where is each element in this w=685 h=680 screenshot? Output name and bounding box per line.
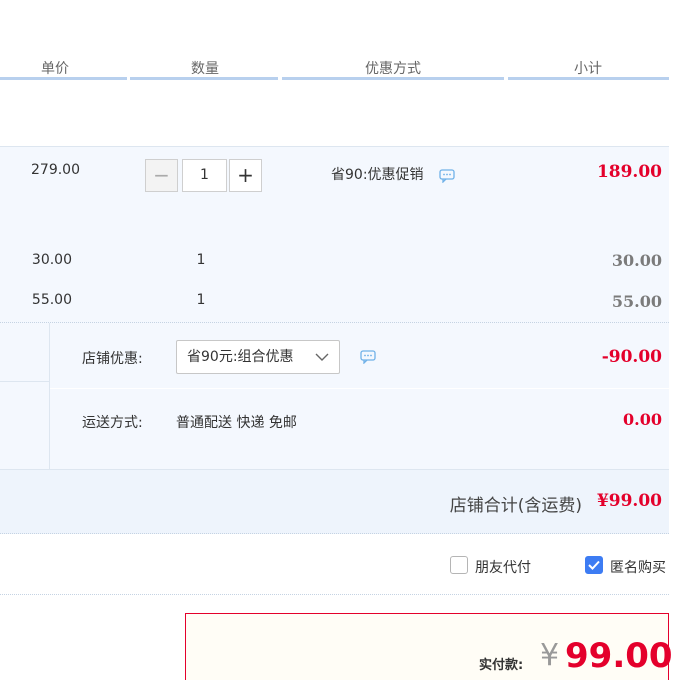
anonymous-label[interactable]: 匿名购买: [610, 557, 685, 577]
friend-pay-checkbox[interactable]: [450, 556, 468, 574]
header-unit-price: 单价: [41, 61, 69, 77]
divider: [50, 388, 669, 389]
shop-total-amount: ¥99.00: [596, 491, 662, 511]
combo-item-quantity: 1: [196, 252, 206, 268]
shop-discount-amount: -90.00: [601, 347, 662, 367]
quantity-plus-button[interactable]: +: [229, 159, 262, 192]
shop-discount-select[interactable]: 省90元:组合优惠: [176, 340, 340, 374]
combo-item-unit-price: 55.00: [31, 292, 72, 308]
chevron-down-icon: [315, 353, 329, 361]
header-quantity: 数量: [191, 61, 219, 77]
quantity-input[interactable]: 1: [182, 159, 227, 192]
header-underline: [0, 77, 127, 80]
quantity-minus-button[interactable]: −: [145, 159, 178, 192]
shop-total-label: 店铺合计(含运费): [449, 496, 582, 516]
shipping-amount: 0.00: [623, 410, 662, 429]
combo-item-quantity: 1: [196, 292, 206, 308]
payment-amount: 99.00: [565, 636, 673, 676]
header-underline: [130, 77, 278, 80]
header-underline: [508, 77, 669, 80]
shipping-label: 运送方式:: [82, 415, 143, 431]
shipping-value: 普通配送 快递 免邮: [176, 415, 297, 431]
check-icon: [588, 560, 600, 570]
anonymous-checkbox[interactable]: [585, 556, 603, 574]
main-item-promo: 省90:优惠促销: [331, 167, 424, 183]
chat-icon[interactable]: [439, 169, 455, 183]
header-subtotal: 小计: [574, 61, 602, 77]
shop-discount-selected: 省90元:组合优惠: [187, 349, 294, 365]
main-item-unit-price: 279.00: [31, 162, 80, 178]
divider: [0, 594, 669, 595]
combo-item-subtotal: 55.00: [611, 292, 662, 311]
friend-pay-label[interactable]: 朋友代付: [475, 557, 531, 577]
divider: [49, 323, 50, 469]
divider: [0, 381, 49, 382]
chat-icon[interactable]: [360, 350, 376, 364]
header-promo: 优惠方式: [365, 61, 421, 77]
payment-currency: ¥: [540, 638, 560, 673]
combo-item-subtotal: 30.00: [611, 251, 662, 270]
main-item-subtotal: 189.00: [596, 162, 662, 182]
shop-discount-label: 店铺优惠:: [82, 351, 143, 367]
combo-item-unit-price: 30.00: [31, 252, 72, 268]
header-underline: [282, 77, 504, 80]
payment-label: 实付款:: [479, 658, 524, 673]
